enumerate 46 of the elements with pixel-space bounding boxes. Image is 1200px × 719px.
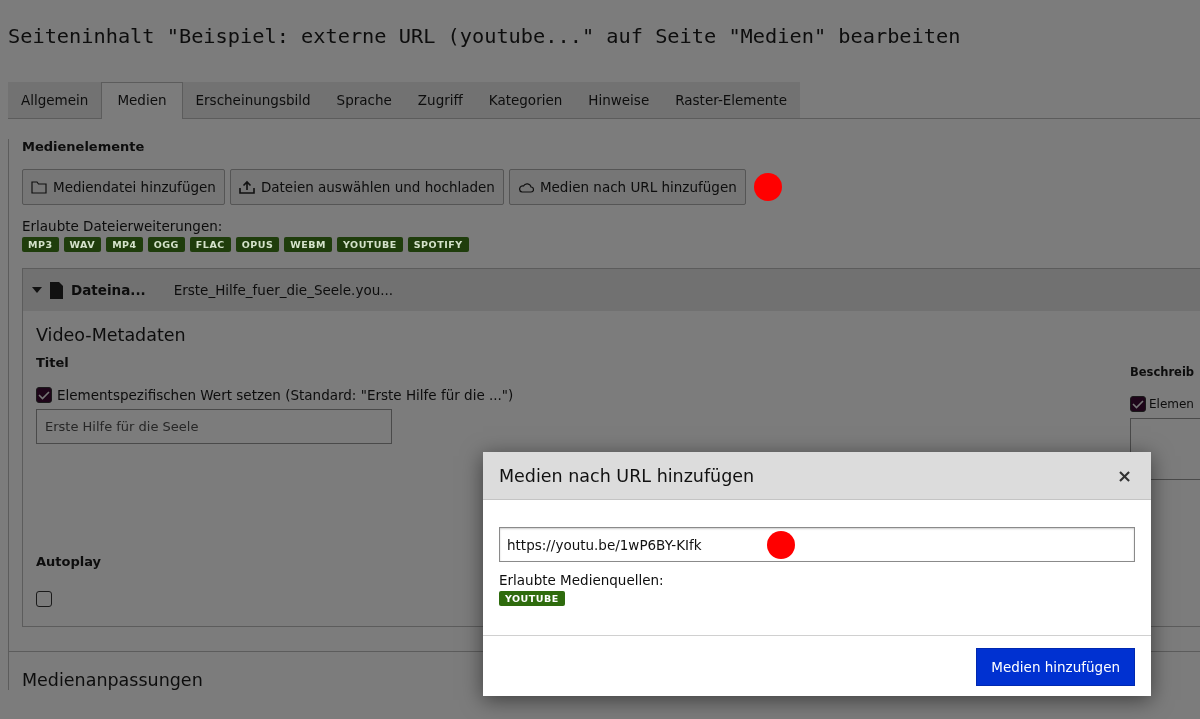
section-heading: Medienelemente	[22, 139, 146, 154]
tab[interactable]: Allgemein	[8, 82, 102, 118]
file-type-tag: YOUTUBE	[337, 237, 403, 252]
dialog-title: Medien nach URL hinzufügen	[499, 465, 755, 486]
file-type-tag: FLAC	[189, 237, 231, 252]
checkbox-label: Elementspezifischen Wert setzen (Standard: "Erste Hilfe für die ...")	[57, 387, 514, 403]
cloud-icon	[517, 181, 534, 193]
folder-icon	[31, 180, 47, 194]
file-type-tag: OPUS	[235, 237, 280, 252]
checkbox-label: Elemen	[1149, 397, 1194, 411]
field-label: Titel	[36, 355, 70, 370]
tab[interactable]: Hinweise	[575, 82, 663, 118]
tab[interactable]: Zugriff	[404, 82, 476, 118]
submit-button[interactable]: Medien hinzufügen	[976, 648, 1135, 686]
tab[interactable]: Sprache	[323, 82, 405, 118]
tab[interactable]: Kategorien	[475, 82, 576, 118]
upload-icon	[238, 180, 255, 194]
sources-label: Erlaubte Medienquellen:	[499, 572, 665, 588]
file-type-tag: SPOTIFY	[407, 237, 469, 252]
toolbar-button[interactable]: Medien nach URL hinzufügen	[508, 169, 746, 205]
field-label: Autoplay	[36, 554, 103, 569]
tab[interactable]: Medien	[101, 82, 183, 119]
toolbar-button[interactable]: Mediendatei hinzufügen	[22, 169, 225, 205]
checkbox[interactable]	[36, 591, 52, 607]
file-type-tag: WEBM	[284, 237, 332, 252]
title-input[interactable]: Erste Hilfe für die Seele	[36, 409, 392, 444]
tab[interactable]: Erscheinungsbild	[182, 82, 324, 118]
tab[interactable]: Raster-Elemente	[662, 82, 800, 118]
extensions-label: Erlaubte Dateierweiterungen:	[22, 218, 224, 234]
field-label: Dateina...	[71, 282, 146, 298]
file-type-tag: MP4	[106, 237, 143, 252]
marker-dot	[753, 173, 782, 201]
file-name: Erste_Hilfe_fuer_die_Seele.you...	[173, 282, 394, 298]
field-label: Beschreib	[1130, 365, 1196, 379]
source-tag: YOUTUBE	[499, 591, 565, 606]
checkbox[interactable]	[36, 387, 52, 403]
file-type-tag: WAV	[63, 237, 102, 252]
url-input[interactable]: https://youtu.be/1wP6BY-KIfk	[499, 527, 1135, 562]
metadata-heading: Video-Metadaten	[36, 325, 187, 345]
file-type-tag: OGG	[147, 237, 185, 252]
file-icon	[50, 281, 63, 299]
toolbar-button[interactable]: Dateien auswählen und hochladen	[229, 169, 504, 205]
close-button[interactable]: ×	[1116, 465, 1132, 486]
checkbox[interactable]	[1130, 396, 1146, 412]
page-title: Seiteninhalt "Beispiel: externe URL (youtube..." auf Seite "Medien" bearbeiten	[7, 23, 962, 50]
file-type-tag: MP3	[22, 237, 59, 252]
